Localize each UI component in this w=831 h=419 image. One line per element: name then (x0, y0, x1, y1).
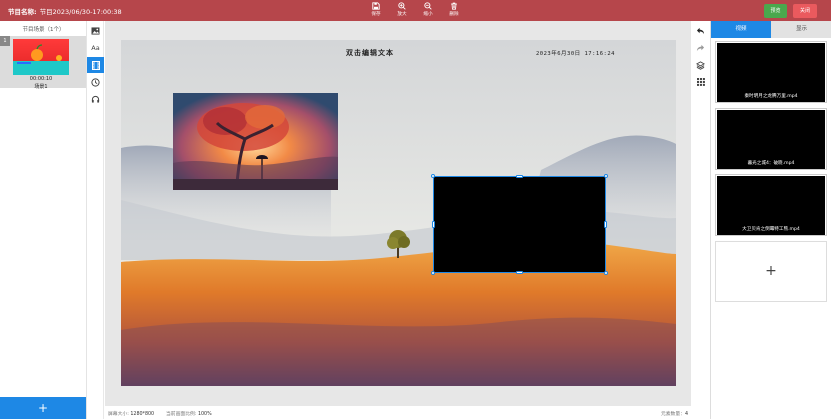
status-bar: 屏幕大小: 1280*800 当前画面比例: 100% 元素数量：4 (105, 406, 691, 419)
screen-size-label: 屏幕大小: (108, 412, 129, 417)
text-icon: Aa (91, 44, 100, 52)
tab-video[interactable]: 视频 (711, 21, 771, 38)
top-bar: 节目名称: 节目2023/06/30-17:00:38 保存 放大 缩小 删除 预… (0, 0, 831, 21)
zoom-in-icon (398, 2, 406, 10)
element-count-value: 4 (684, 412, 688, 417)
scene-name: 场景1 (34, 84, 48, 90)
resize-handle[interactable] (431, 174, 435, 178)
zoom-in-button[interactable]: 放大 (392, 2, 412, 17)
edit-toolbar (691, 21, 710, 419)
resize-handle[interactable] (604, 174, 608, 178)
zoom-in-label: 放大 (397, 12, 407, 17)
zoom-ratio-label: 当前画面比例: (166, 412, 197, 417)
zoom-ratio: 当前画面比例: 100% (166, 410, 212, 417)
program-name: 节目2023/06/30-17:00:38 (39, 8, 122, 16)
delete-label: 删除 (449, 12, 459, 17)
video-card[interactable]: 秦时明月之龙腾万里.mp4 (715, 41, 827, 103)
redo-icon (696, 44, 705, 52)
program-label: 节目名称: (8, 8, 37, 16)
video-card[interactable]: 大卫贝肯之倒霉特工熊.mp4 (715, 174, 827, 236)
resize-handle[interactable] (516, 271, 523, 274)
resize-handle[interactable] (432, 221, 435, 228)
save-icon (372, 2, 380, 10)
zoom-out-label: 缩小 (423, 12, 433, 17)
grid-icon (696, 78, 705, 86)
media-panel: 视频 显示 秦时明月之龙腾万里.mp4 暮光之城4：破晓.mp4 大卫贝肯之倒霉… (710, 21, 831, 419)
video-card[interactable]: 暮光之城4：破晓.mp4 (715, 108, 827, 170)
add-clock-tool[interactable] (87, 74, 104, 90)
resize-handle[interactable] (604, 221, 607, 228)
program-title: 节目名称: 节目2023/06/30-17:00:38 (8, 6, 122, 16)
zoom-out-button[interactable]: 缩小 (418, 2, 438, 17)
resize-handle[interactable] (516, 175, 523, 178)
screen-size: 屏幕大小: 1280*800 (108, 410, 154, 417)
video-name: 大卫贝肯之倒霉特工熊.mp4 (717, 226, 825, 235)
save-button[interactable]: 保存 (366, 2, 386, 17)
grid-button[interactable] (691, 75, 710, 89)
program-canvas[interactable]: 双击编辑文本 2023年6月30日 17:16:24 (121, 40, 676, 386)
zoom-ratio-value: 100% (197, 412, 212, 417)
audio-icon (91, 95, 100, 103)
video-thumbnail (717, 176, 825, 226)
video-name: 暮光之城4：破晓.mp4 (717, 160, 825, 169)
close-button[interactable]: 关闭 (793, 4, 817, 18)
canvas-video-element[interactable] (431, 174, 608, 275)
image-icon (91, 27, 100, 35)
video-thumbnail (717, 110, 825, 160)
video-name: 秦时明月之龙腾万里.mp4 (717, 93, 825, 102)
trash-icon (451, 2, 457, 10)
delete-button[interactable]: 删除 (444, 2, 464, 17)
scene-thumbnail (13, 39, 69, 75)
canvas-text-element[interactable]: 双击编辑文本 (346, 48, 394, 58)
add-audio-tool[interactable] (87, 91, 104, 107)
undo-button[interactable] (691, 24, 710, 38)
zoom-out-icon (424, 2, 432, 10)
element-count-label: 元素数量： (660, 412, 685, 417)
canvas-image-element[interactable] (173, 93, 338, 190)
add-image-tool[interactable] (87, 23, 104, 39)
scene-item[interactable]: 1 00:00:10 场景1 (0, 36, 86, 90)
tab-display[interactable]: 显示 (771, 21, 831, 38)
redo-button[interactable] (691, 41, 710, 55)
add-video-button[interactable]: + (715, 241, 827, 302)
add-scene-button[interactable]: + (0, 397, 86, 419)
video-icon (91, 60, 100, 70)
video-thumbnail (717, 43, 825, 93)
scene-duration: 00:00:10 (29, 76, 53, 82)
scenes-heading: 节目场景（1个） (22, 27, 65, 33)
add-text-tool[interactable]: Aa (87, 40, 104, 56)
element-toolbar: Aa (87, 21, 104, 419)
add-video-tool[interactable] (87, 57, 104, 73)
resize-handle[interactable] (604, 271, 608, 275)
element-count: 元素数量：4 (661, 410, 688, 417)
resize-handle[interactable] (431, 271, 435, 275)
preview-button[interactable]: 预览 (764, 4, 787, 18)
layers-button[interactable] (691, 58, 710, 72)
canvas-workspace: 双击编辑文本 2023年6月30日 17:16:24 (105, 21, 691, 406)
layers-icon (696, 60, 705, 70)
clock-icon (91, 77, 100, 87)
scene-index: 1 (0, 36, 10, 46)
canvas-clock-element[interactable]: 2023年6月30日 17:16:24 (536, 49, 615, 57)
undo-icon (696, 27, 705, 35)
screen-size-value: 1280*800 (130, 412, 155, 417)
save-label: 保存 (371, 12, 381, 17)
scenes-panel: 节目场景（1个） 1 00:00:10 场景1 + (0, 21, 87, 419)
